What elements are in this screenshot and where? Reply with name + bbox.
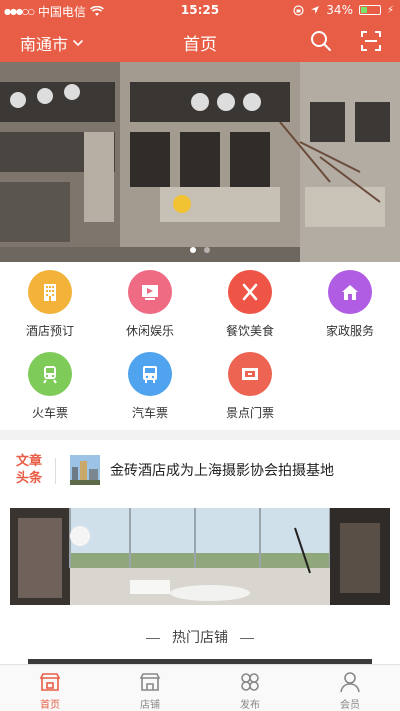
category-label: 餐饮美食: [225, 324, 274, 338]
headline-text[interactable]: 金砖酒店成为上海摄影协会拍摄基地: [110, 460, 334, 480]
category-housekeeping[interactable]: 家政服务: [300, 262, 400, 342]
train-icon: [28, 352, 72, 396]
location-icon: [311, 6, 320, 14]
search-icon[interactable]: [309, 29, 333, 53]
home-shop-icon: [39, 673, 61, 691]
tab-home[interactable]: 首页: [0, 665, 100, 711]
battery-percent: 34%: [326, 3, 353, 17]
category-entertainment[interactable]: 休闲娱乐: [100, 262, 200, 342]
hotel-icon: [28, 270, 72, 314]
tab-store[interactable]: 店铺: [100, 665, 200, 711]
tab-label: 店铺: [140, 700, 160, 711]
chevron-down-icon: [72, 39, 84, 47]
category-grid: 酒店预订 休闲娱乐 餐饮美食 家政服务 火车票 汽车票 景点门票: [0, 262, 400, 430]
category-hotel[interactable]: 酒店预订: [0, 262, 100, 342]
grid-petals-icon: [241, 673, 259, 691]
scan-icon[interactable]: [359, 29, 383, 53]
category-dining[interactable]: 餐饮美食: [200, 262, 300, 342]
category-attraction-ticket[interactable]: 景点门票: [200, 344, 300, 424]
headline-tag: 文章头条: [15, 454, 42, 486]
category-train-ticket[interactable]: 火车票: [0, 344, 100, 424]
charging-icon: ⚡: [386, 4, 394, 16]
category-label: 家政服务: [325, 324, 374, 338]
house-icon: [328, 270, 372, 314]
category-label: 休闲娱乐: [125, 324, 174, 338]
battery-fill: [360, 7, 368, 13]
hot-shops-title: 热门店铺: [0, 627, 400, 647]
article-headline[interactable]: 文章头条 金砖酒店成为上海摄影协会拍摄基地: [0, 440, 400, 500]
city-selector[interactable]: 南通市: [20, 31, 84, 55]
battery-icon: [358, 5, 381, 15]
entertainment-icon: [128, 270, 172, 314]
fork-knife-icon: [228, 270, 272, 314]
category-label: 酒店预订: [25, 324, 74, 338]
category-bus-ticket[interactable]: 汽车票: [100, 344, 200, 424]
city-label: 南通市: [20, 35, 69, 54]
carousel-dots: [0, 247, 400, 253]
user-icon: [340, 672, 360, 693]
ticket-icon: [228, 352, 272, 396]
tab-publish[interactable]: 发布: [200, 665, 300, 711]
rotation-lock-icon: [293, 4, 304, 16]
category-label: 火车票: [31, 406, 68, 420]
banner-image: [0, 62, 400, 262]
tab-label: 会员: [340, 700, 360, 711]
promo-image[interactable]: [10, 508, 390, 605]
hot-shops-section: 热门店铺: [0, 614, 400, 664]
app-header: 南通市 首页: [0, 20, 400, 62]
tab-label: 发布: [240, 700, 260, 711]
store-icon: [139, 673, 161, 691]
headline-divider: [55, 458, 56, 484]
bottom-tab-bar: 首页 店铺 发布 会员: [0, 664, 400, 711]
tab-label: 首页: [40, 700, 60, 711]
promo-section: [0, 500, 400, 614]
carousel-dot[interactable]: [190, 247, 196, 253]
carousel-dot[interactable]: [204, 247, 210, 253]
bus-icon: [128, 352, 172, 396]
status-bar: ●●●○○ 中国电信 15:25 34% ⚡: [0, 0, 400, 20]
status-right: 34% ⚡: [293, 3, 394, 17]
category-label: 汽车票: [131, 406, 168, 420]
banner-carousel[interactable]: [0, 62, 400, 262]
tab-member[interactable]: 会员: [300, 665, 400, 711]
headline-thumbnail: [70, 455, 100, 485]
category-label: 景点门票: [225, 406, 274, 420]
